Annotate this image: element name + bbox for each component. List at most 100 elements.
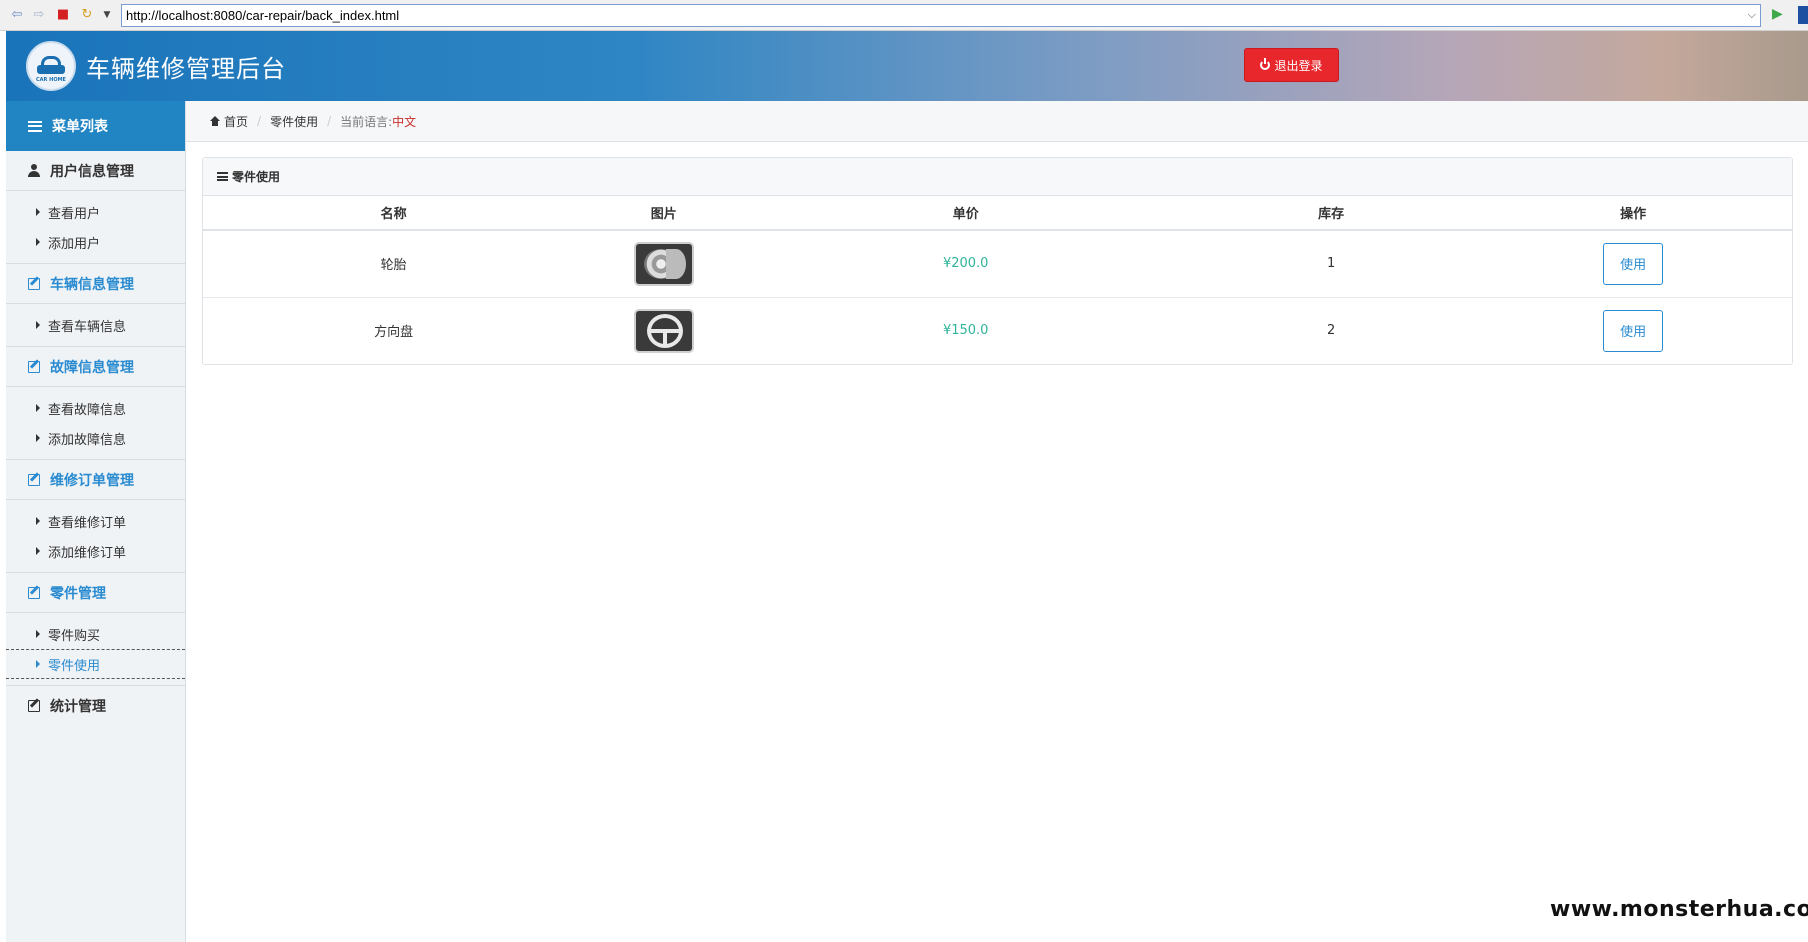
sidebar-item-label: 查看故障信息: [48, 402, 127, 418]
part-name: 方向盘: [374, 325, 414, 341]
table-row: 轮胎 ¥200.0 1 使用: [203, 230, 1792, 298]
column-header-price: 单价: [743, 196, 1189, 231]
edit-icon: [28, 700, 40, 712]
breadcrumb-current: 零件使用: [270, 114, 319, 129]
sidebar-item-buy-parts[interactable]: 零件购买: [6, 619, 185, 649]
panel-title: 零件使用: [232, 170, 281, 184]
chevron-down-icon[interactable]: ⌵: [1748, 5, 1756, 26]
address-url: http://localhost:8080/car-repair/back_in…: [126, 8, 400, 23]
menu-title: 菜单列表: [52, 119, 108, 135]
sidebar-item-label: 查看用户: [48, 206, 101, 222]
sidebar-group-orders[interactable]: 维修订单管理: [6, 460, 185, 500]
tire-icon: [633, 241, 694, 286]
breadcrumb-language-value[interactable]: 中文: [392, 113, 416, 130]
sidebar-group-statistics[interactable]: 统计管理: [6, 686, 185, 726]
column-header-stock: 库存: [1188, 196, 1475, 231]
part-name: 轮胎: [203, 230, 585, 298]
steering-wheel-icon: [633, 308, 694, 353]
logo-text: CAR HOME: [36, 77, 66, 83]
app-title: 车辆维修管理后台: [86, 55, 286, 83]
go-play-icon[interactable]: ▶: [1772, 6, 1783, 22]
sidebar-item-use-parts[interactable]: 零件使用: [6, 649, 185, 679]
sidebar-item-label: 零件使用: [48, 658, 101, 674]
browser-toolbar: ⇦ ⇨ ■ ↻ ▼ http://localhost:8080/car-repa…: [0, 0, 1808, 31]
extension-icon[interactable]: [1798, 6, 1808, 24]
table-row: 方向盘 ¥150.0 2 使用: [203, 297, 1792, 364]
logout-button[interactable]: 退出登录: [1244, 48, 1339, 82]
sidebar-sublist-faults: 查看故障信息 添加故障信息: [6, 387, 185, 460]
sidebar-group-label: 维修订单管理: [50, 472, 134, 489]
sidebar-group-parts[interactable]: 零件管理: [6, 573, 185, 613]
sidebar-item-add-user[interactable]: 添加用户: [6, 227, 185, 257]
breadcrumb-language-label: 当前语言:: [340, 114, 393, 129]
panel-header: 零件使用: [203, 158, 1792, 196]
user-icon: [28, 164, 40, 177]
forward-arrow-icon[interactable]: ⇨: [31, 7, 47, 23]
edit-icon: [28, 473, 40, 486]
parts-table: 名称 图片 单价 库存 操作 轮胎 ¥200.0 1 使用 方向盘 ¥150.0…: [203, 196, 1792, 364]
part-stock: 2: [1327, 323, 1336, 339]
sidebar-group-faults[interactable]: 故障信息管理: [6, 347, 185, 387]
sidebar-item-label: 查看维修订单: [48, 515, 127, 531]
list-icon: [28, 120, 42, 132]
column-header-image: 图片: [584, 196, 744, 231]
sidebar-item-label: 查看车辆信息: [48, 319, 127, 335]
caret-right-icon: [36, 404, 40, 412]
sidebar-item-view-faults[interactable]: 查看故障信息: [6, 393, 185, 423]
part-action-cell: 使用: [1474, 297, 1792, 364]
caret-right-icon: [36, 660, 40, 668]
part-stock: 1: [1188, 230, 1475, 298]
part-price: ¥200.0: [743, 230, 1189, 298]
back-arrow-icon[interactable]: ⇦: [9, 7, 25, 23]
sidebar-sublist-users: 查看用户 添加用户: [6, 191, 185, 264]
sidebar-item-view-users[interactable]: 查看用户: [6, 197, 185, 227]
sidebar-group-label: 车辆信息管理: [50, 276, 134, 293]
history-dropdown-icon[interactable]: ▼: [99, 7, 115, 23]
home-icon: [210, 115, 220, 126]
caret-right-icon: [36, 630, 40, 638]
caret-right-icon: [36, 208, 40, 216]
car-home-logo: CAR HOME: [26, 41, 76, 91]
sidebar-group-label: 用户信息管理: [50, 163, 134, 180]
part-action-cell: 使用: [1474, 230, 1792, 298]
sidebar-item-add-order[interactable]: 添加维修订单: [6, 536, 185, 566]
sidebar-item-view-orders[interactable]: 查看维修订单: [6, 506, 185, 536]
sidebar-group-label: 零件管理: [50, 585, 106, 602]
use-part-button[interactable]: 使用: [1603, 242, 1664, 285]
caret-right-icon: [36, 434, 40, 442]
sidebar-item-label: 零件购买: [48, 628, 101, 644]
sidebar-item-view-vehicles[interactable]: 查看车辆信息: [6, 310, 185, 340]
sidebar-item-label: 添加故障信息: [48, 432, 127, 448]
app-header: CAR HOME 车辆维修管理后台 退出登录: [6, 31, 1808, 101]
bars-icon: [217, 172, 228, 181]
breadcrumb-home[interactable]: 首页: [224, 113, 248, 130]
sidebar-group-vehicles[interactable]: 车辆信息管理: [6, 264, 185, 304]
caret-right-icon: [36, 517, 40, 525]
sidebar-item-add-fault[interactable]: 添加故障信息: [6, 423, 185, 453]
address-bar[interactable]: http://localhost:8080/car-repair/back_in…: [121, 4, 1761, 27]
breadcrumb: 首页 / 零件使用 / 当前语言: 中文: [186, 101, 1808, 142]
stop-icon[interactable]: ■: [55, 7, 71, 23]
sidebar-group-users[interactable]: 用户信息管理: [6, 151, 185, 191]
sidebar: 菜单列表 用户信息管理 查看用户 添加用户 车辆信息管理 查看车辆信息 故障信息…: [6, 101, 186, 942]
column-header-action: 操作: [1474, 196, 1792, 231]
breadcrumb-separator: /: [257, 114, 262, 128]
column-header-name: 名称: [203, 196, 585, 231]
part-image-cell: [584, 230, 744, 298]
watermark-text: www.monsterhua.com: [1550, 897, 1808, 922]
sidebar-sublist-parts: 零件购买 零件使用: [6, 613, 185, 686]
caret-right-icon: [36, 321, 40, 329]
sidebar-item-label: 添加维修订单: [48, 545, 127, 561]
use-part-button[interactable]: 使用: [1603, 309, 1664, 352]
sidebar-sublist-orders: 查看维修订单 添加维修订单: [6, 500, 185, 573]
table-header-row: 名称 图片 单价 库存 操作: [203, 196, 1792, 231]
sidebar-item-label: 添加用户: [48, 236, 101, 252]
edit-icon: [28, 586, 40, 599]
power-icon: [1260, 58, 1271, 70]
edit-icon: [28, 277, 40, 290]
part-price: ¥150.0: [942, 323, 989, 339]
refresh-icon[interactable]: ↻: [79, 7, 95, 23]
part-image-cell: [584, 297, 743, 364]
sidebar-group-label: 统计管理: [50, 699, 106, 715]
caret-right-icon: [36, 238, 40, 246]
